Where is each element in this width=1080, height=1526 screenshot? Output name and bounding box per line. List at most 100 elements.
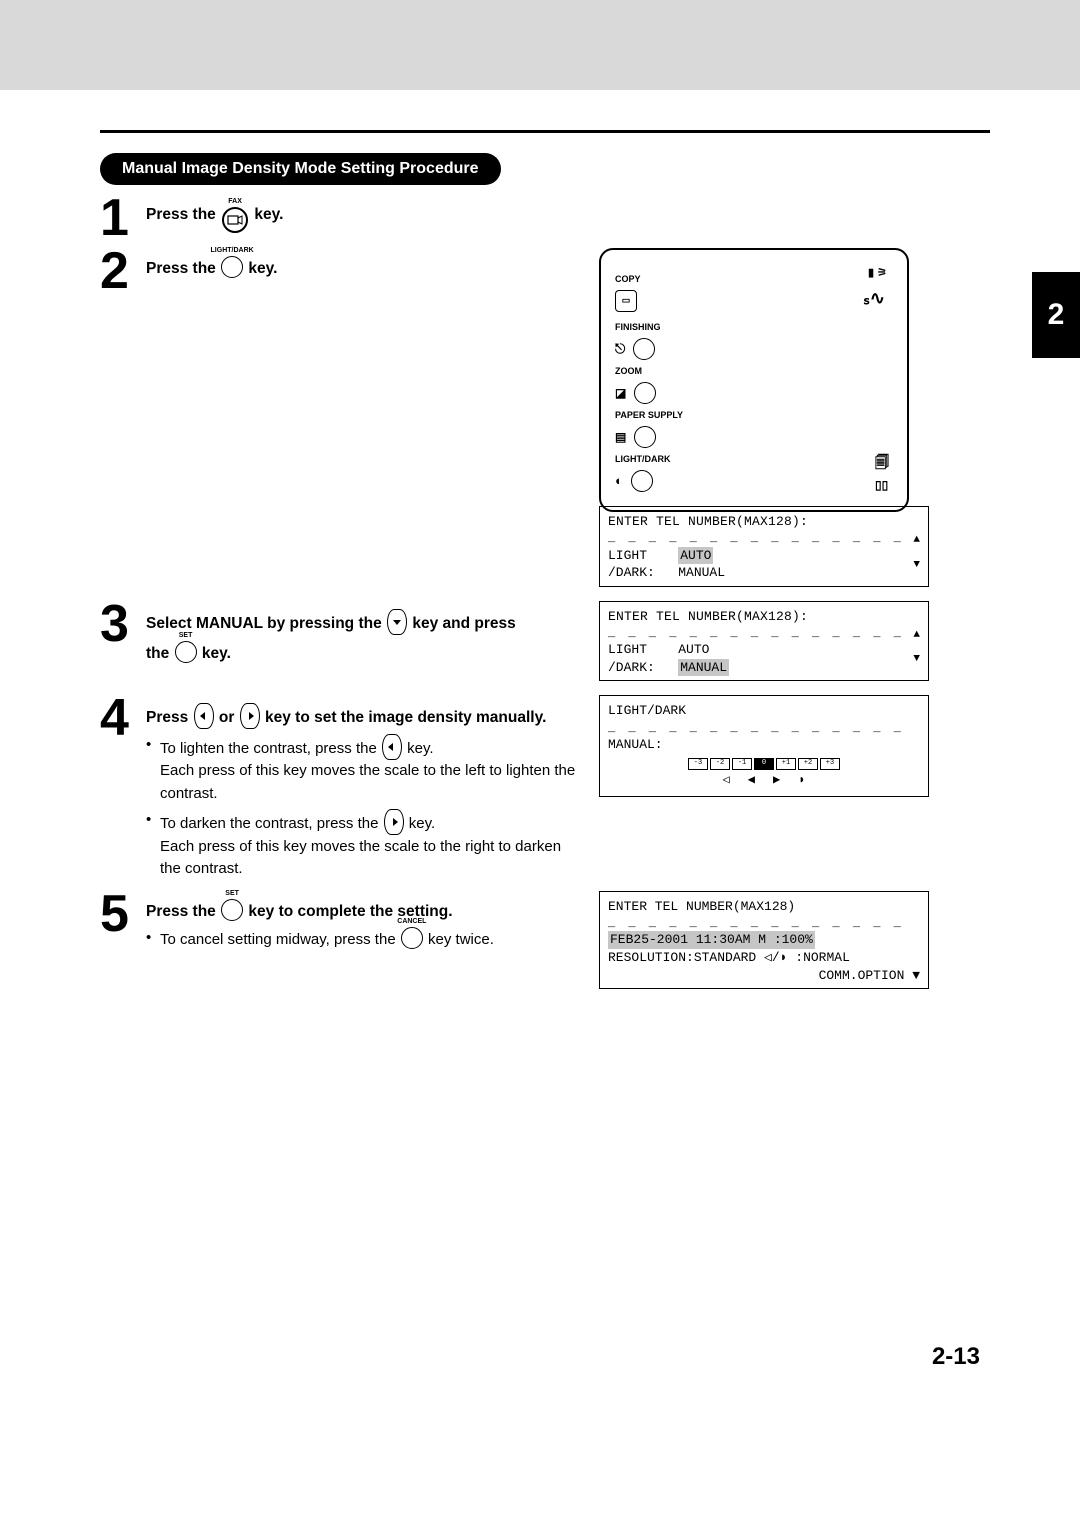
right-key-icon [240, 703, 260, 729]
step-number: 2 [100, 248, 146, 295]
density-scale: -3 -2 -1 0 +1 +2 +3 [608, 758, 920, 770]
step-text: key. [254, 206, 283, 223]
lcd-line: ENTER TEL NUMBER(MAX128): [608, 609, 808, 624]
bullet-item: To lighten the contrast, press the key. … [160, 734, 585, 806]
lcd-line: :NORMAL [795, 950, 850, 965]
bullet-detail: Each press of this key moves the scale t… [160, 836, 585, 881]
set-key-icon: SET [221, 899, 243, 921]
lcd-line: RESOLUTION:STANDARD [608, 950, 756, 965]
set-label: SET [225, 889, 239, 900]
contrast-dark-icon: ◗ [798, 772, 805, 788]
battery-icon: ▮ ⚞ [868, 266, 887, 279]
left-key-icon [194, 703, 214, 729]
bullet-text: To cancel setting midway, press the [160, 931, 400, 948]
lcd-display-1: ENTER TEL NUMBER(MAX128): _ _ _ _ _ _ _ … [599, 506, 929, 587]
bullet-text: key. [409, 815, 435, 832]
bullet-text: key. [407, 740, 433, 757]
down-arrow-icon: ▼ [913, 652, 920, 667]
scale-cell: -2 [710, 758, 730, 770]
light-dark-button-icon [631, 470, 653, 492]
left-arrow-icon: ◀ [748, 772, 755, 788]
lcd-line: /DARK: [608, 660, 655, 675]
down-key-icon [387, 609, 407, 635]
step-number: 4 [100, 695, 146, 742]
lcd-highlight: AUTO [678, 547, 713, 565]
step-text: Press the [146, 260, 220, 277]
scale-cell: +1 [776, 758, 796, 770]
panel-paper-supply-label: PAPER SUPPLY [615, 410, 683, 420]
panel-zoom-label: ZOOM [615, 366, 642, 376]
light-dark-label: LIGHT/DARK [211, 246, 254, 257]
lcd-line: LIGHT/DARK [608, 703, 686, 718]
paper-supply-button-icon [634, 426, 656, 448]
step-text: Press [146, 709, 193, 726]
step-4: 4 Press or key to set the image density … [100, 695, 585, 884]
step-text: key to set the image density manually. [265, 709, 546, 726]
step-1: 1 Press the FAX key. [100, 195, 990, 242]
scale-cell: -3 [688, 758, 708, 770]
panel-finishing-label: FINISHING [615, 322, 661, 332]
lcd-display-3: LIGHT/DARK _ _ _ _ _ _ _ _ _ _ _ _ _ _ _… [599, 695, 929, 796]
panel-copy-label: COPY [615, 274, 675, 284]
light-dark-key-icon: LIGHT/DARK [221, 256, 243, 278]
control-panel-diagram: ▮ ⚞ COPY ▭ ₛ∿ FINISHING ⎋ ZOOM ◪ PAPER [599, 248, 909, 512]
step-2: 2 Press the LIGHT/DARK key. [100, 248, 585, 295]
lcd-highlight: FEB25-2001 11:30AM M :100% [608, 931, 815, 949]
up-arrow-icon: ▲ [913, 629, 920, 641]
step-5: 5 Press the SET key to complete the sett… [100, 891, 585, 956]
page-number: 2-13 [100, 1343, 980, 1371]
horizontal-rule [100, 130, 990, 133]
lcd-line: LIGHT [608, 548, 647, 563]
step-text: key. [248, 260, 277, 277]
right-key-icon [384, 809, 404, 835]
paper-supply-icon: ▤ [615, 430, 626, 444]
step-number: 3 [100, 601, 146, 648]
bullet-detail: Each press of this key moves the scale t… [160, 760, 585, 805]
contrast-light-icon: ◁ [723, 772, 730, 788]
right-arrow-icon: ▶ [773, 772, 780, 788]
scale-cell-center: 0 [754, 758, 774, 770]
lcd-line: /DARK: [608, 565, 655, 580]
fax-key-icon: FAX [222, 207, 248, 233]
lcd-line: MANUAL [678, 565, 725, 580]
scale-cell: +3 [820, 758, 840, 770]
left-key-icon [382, 734, 402, 760]
procedure-title-pill: Manual Image Density Mode Setting Proced… [100, 153, 501, 185]
finishing-icon: ⎋ [615, 341, 625, 357]
doc-stack-icon: 🗐▯▯ [875, 452, 889, 492]
zoom-icon: ◪ [615, 386, 626, 400]
set-label: SET [179, 631, 193, 642]
cancel-label: CANCEL [397, 917, 426, 928]
step-3: 3 Select MANUAL by pressing the key and … [100, 601, 585, 666]
cancel-key-icon: CANCEL [401, 927, 423, 949]
lcd-line: ENTER TEL NUMBER(MAX128) [608, 899, 795, 914]
step-text: key. [202, 645, 231, 662]
scale-cell: -1 [732, 758, 752, 770]
scale-cell: +2 [798, 758, 818, 770]
bullet-text: key twice. [428, 931, 494, 948]
step-text: Press the [146, 206, 220, 223]
top-gray-band [0, 0, 1080, 90]
step-text: key and press [412, 615, 515, 632]
set-key-icon: SET [175, 641, 197, 663]
lcd-line: AUTO [678, 642, 709, 657]
fax-label: FAX [228, 197, 242, 208]
contrast-icon: ◐ [615, 473, 623, 488]
step-text: Select MANUAL by pressing the [146, 615, 386, 632]
step-text: or [219, 709, 239, 726]
lcd-highlight: MANUAL [678, 659, 729, 677]
up-arrow-icon: ▲ [913, 534, 920, 546]
sound-icon: ₛ∿ [863, 288, 885, 309]
bullet-text: To darken the contrast, press the [160, 815, 383, 832]
bullet-item: To cancel setting midway, press the CANC… [160, 927, 494, 952]
lcd-line: LIGHT [608, 642, 647, 657]
lcd-line: MANUAL: [608, 737, 663, 752]
page-body: Manual Image Density Mode Setting Proced… [0, 90, 1080, 1401]
bullet-item: To darken the contrast, press the key. E… [160, 809, 585, 881]
bullet-text: To lighten the contrast, press the [160, 740, 381, 757]
lcd-line: ENTER TEL NUMBER(MAX128): [608, 514, 808, 529]
step-text: the [146, 645, 174, 662]
zoom-button-icon [634, 382, 656, 404]
finishing-button-icon [633, 338, 655, 360]
step-number: 1 [100, 195, 146, 242]
